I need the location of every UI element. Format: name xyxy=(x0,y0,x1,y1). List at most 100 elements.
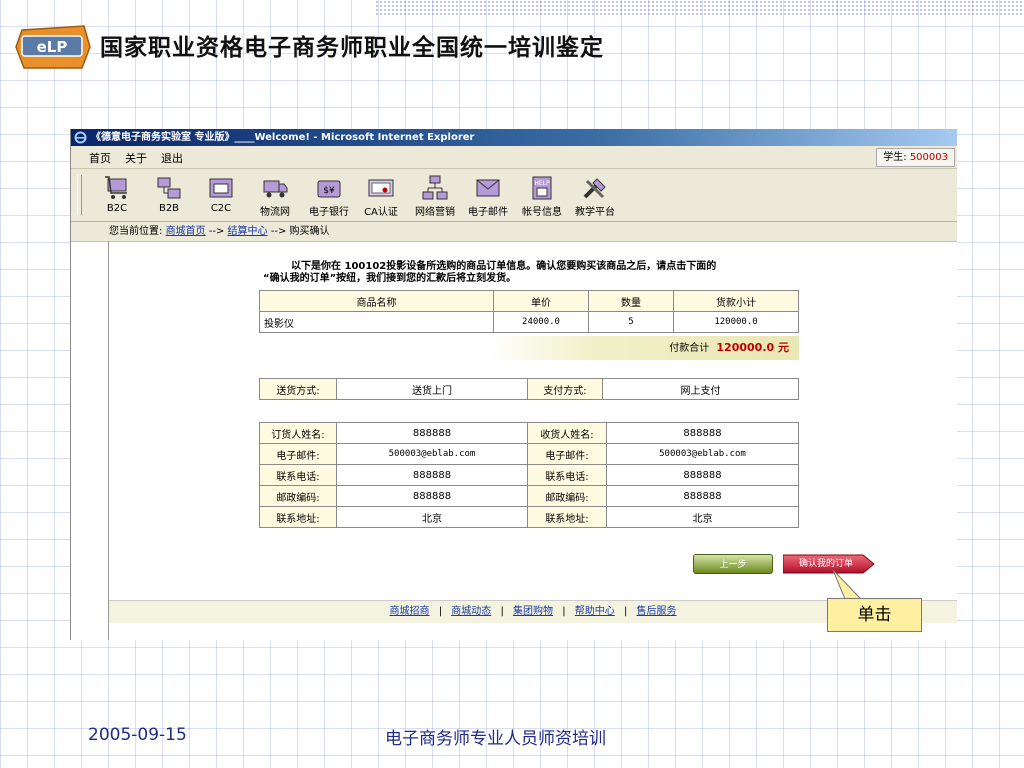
bank-icon: $¥ xyxy=(317,180,341,198)
tool-label: 教学平台 xyxy=(575,207,615,218)
tool-b2b[interactable]: B2B xyxy=(151,175,187,214)
tool-label: 电子邮件 xyxy=(468,207,508,218)
footer-link-after-sales[interactable]: 售后服务 xyxy=(637,606,677,617)
tool-ca[interactable]: CA认证 xyxy=(361,175,401,218)
contact-label: 订货人姓名: xyxy=(259,422,337,444)
unit-price: 24000.0 xyxy=(493,311,589,333)
elp-logo: eLP xyxy=(14,22,92,75)
cart-icon xyxy=(105,176,127,199)
left-frame-border xyxy=(108,241,109,640)
contact-value: 500003@eblab.com xyxy=(606,443,799,465)
contact-table: 订货人姓名: 888888 收货人姓名: 888888 电子邮件: 500003… xyxy=(259,422,799,528)
menu-home[interactable]: 首页 xyxy=(89,150,111,166)
contact-value: 888888 xyxy=(336,422,528,444)
click-callout: 单击 xyxy=(827,598,922,632)
table-row: 联系电话: 888888 联系电话: 888888 xyxy=(259,464,799,486)
tool-label: 物流网 xyxy=(260,207,290,218)
browser-window: 《德意电子商务实验室 专业版》____Welcome! - Microsoft … xyxy=(70,129,957,640)
breadcrumb-sep: --> xyxy=(270,226,287,237)
table-row: 电子邮件: 500003@eblab.com 电子邮件: 500003@ebla… xyxy=(259,443,799,465)
previous-step-button[interactable]: 上一步 xyxy=(693,554,773,574)
table-row: 投影仪 24000.0 5 120000.0 xyxy=(259,311,799,333)
logo-text: eLP xyxy=(37,38,68,56)
contact-label: 电子邮件: xyxy=(527,443,607,465)
tool-email[interactable]: 电子邮件 xyxy=(465,175,511,218)
payment-value: 网上支付 xyxy=(602,378,799,400)
tool-account[interactable]: HELP 帐号信息 xyxy=(519,175,565,218)
svg-text:$¥: $¥ xyxy=(323,186,335,196)
footer-link-help[interactable]: 帮助中心 xyxy=(575,606,615,617)
product-name: 投影仪 xyxy=(259,311,494,333)
network-icon xyxy=(422,175,448,200)
col-quantity: 数量 xyxy=(588,290,674,312)
breadcrumb-current: 购买确认 xyxy=(289,226,330,237)
delivery-table: 送货方式: 送货上门 支付方式: 网上支付 xyxy=(259,378,799,400)
tool-b2c[interactable]: B2C xyxy=(99,175,135,214)
slide-title: 国家职业资格电子商务师职业全国统一培训鉴定 xyxy=(100,35,604,61)
tool-ebank[interactable]: $¥ 电子银行 xyxy=(305,175,353,218)
contact-value: 888888 xyxy=(606,422,799,444)
tool-marketing[interactable]: 网络营销 xyxy=(413,175,457,218)
ie-icon xyxy=(74,131,87,144)
payment-label: 支付方式: xyxy=(527,378,603,400)
tool-c2c[interactable]: C2C xyxy=(203,175,239,214)
total-label: 付款合计 xyxy=(669,343,710,354)
contact-value: 888888 xyxy=(336,464,528,486)
total-value: 120000.0 元 xyxy=(716,341,789,354)
tools-icon xyxy=(583,178,606,199)
tool-label: C2C xyxy=(210,203,232,214)
module-toolbar: B2C B2B C2C 物流网 $¥ 电子银行 CA认证 网络营销 电子邮件 H… xyxy=(71,169,957,222)
tool-label: B2C xyxy=(106,203,128,214)
student-id: 500003 xyxy=(909,152,948,163)
contact-value: 888888 xyxy=(606,485,799,507)
slide-date: 2005-09-15 xyxy=(88,725,187,745)
delivery-label: 送货方式: xyxy=(259,378,337,400)
c2c-icon xyxy=(209,178,233,198)
table-row: 联系地址: 北京 联系地址: 北京 xyxy=(259,506,799,528)
table-row: 送货方式: 送货上门 支付方式: 网上支付 xyxy=(259,378,799,400)
footer-link-group-buy[interactable]: 集团购物 xyxy=(513,606,553,617)
breadcrumb-home-link[interactable]: 商城首页 xyxy=(166,226,206,237)
contact-label: 邮政编码: xyxy=(527,485,607,507)
contact-value: 北京 xyxy=(336,506,528,528)
svg-text:HELP: HELP xyxy=(534,180,550,187)
tool-label: 网络营销 xyxy=(415,207,455,218)
contact-label: 联系电话: xyxy=(259,464,337,486)
menu-logout[interactable]: 退出 xyxy=(161,150,183,166)
footer-separator: | xyxy=(623,606,628,617)
footer-separator: | xyxy=(438,606,443,617)
product-table: 商品名称 单价 数量 货款小计 投影仪 24000.0 5 120000.0 xyxy=(259,290,799,333)
tool-logistics[interactable]: 物流网 xyxy=(255,175,295,218)
window-titlebar: 《德意电子商务实验室 专业版》____Welcome! - Microsoft … xyxy=(71,129,957,146)
table-row: 订货人姓名: 888888 收货人姓名: 888888 xyxy=(259,422,799,444)
breadcrumb-checkout-link[interactable]: 结算中心 xyxy=(228,226,268,237)
tool-label: B2B xyxy=(158,203,180,214)
footer-separator: | xyxy=(500,606,504,617)
footer-link-news[interactable]: 商城动态 xyxy=(451,606,491,617)
delivery-value: 送货上门 xyxy=(336,378,528,400)
elp-logo-icon: eLP xyxy=(15,25,91,69)
col-subtotal: 货款小计 xyxy=(673,290,799,312)
toolbar-grip xyxy=(77,175,82,215)
window-title: 《德意电子商务实验室 专业版》____Welcome! - Microsoft … xyxy=(91,132,475,143)
tool-teaching[interactable]: 教学平台 xyxy=(571,175,619,218)
contact-label: 邮政编码: xyxy=(259,485,337,507)
site-menubar: 首页 关于 退出 学生: 500003 xyxy=(71,146,957,169)
footer-separator: | xyxy=(562,606,566,617)
footer-link-merchant[interactable]: 商城招商 xyxy=(390,606,430,617)
student-label: 学生: xyxy=(883,152,907,163)
payment-total: 付款合计 120000.0 元 xyxy=(487,336,799,360)
top-dotted-stripe xyxy=(375,0,1024,16)
truck-icon xyxy=(263,180,288,198)
certificate-icon xyxy=(368,179,394,197)
menu-about[interactable]: 关于 xyxy=(125,150,147,166)
breadcrumb-sep: --> xyxy=(208,226,225,237)
contact-label: 联系地址: xyxy=(259,506,337,528)
contact-value: 北京 xyxy=(606,506,799,528)
b2b-icon xyxy=(157,177,181,199)
mail-icon xyxy=(476,179,500,197)
quantity: 5 xyxy=(588,311,674,333)
tool-label: CA认证 xyxy=(364,207,398,218)
contact-label: 电子邮件: xyxy=(259,443,337,465)
order-intro: 以下是你在 100102投影设备所选购的商品订单信息。确认您要购买该商品之后，请… xyxy=(263,261,716,285)
